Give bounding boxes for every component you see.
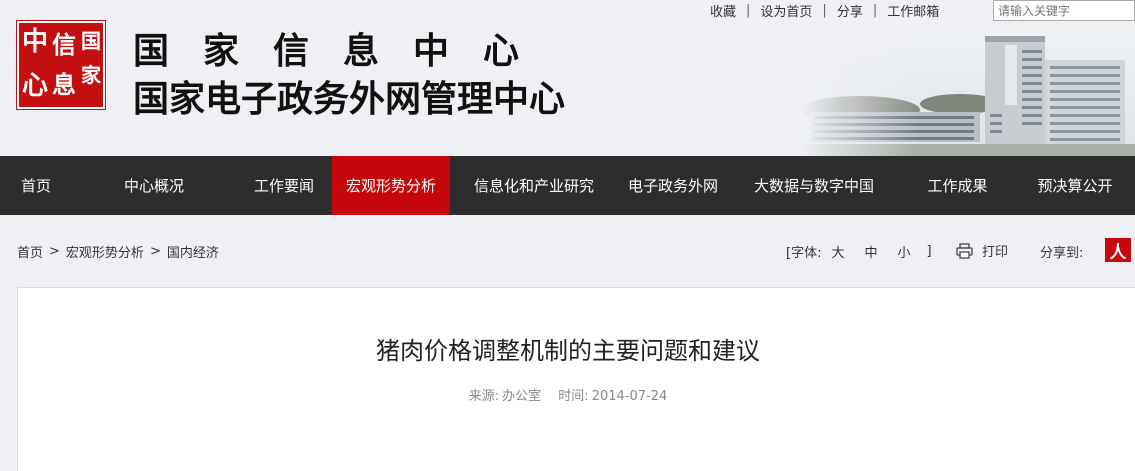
- top-links: 收藏 | 设为首页 | 分享 | 工作邮箱: [700, 0, 949, 20]
- breadcrumb-macro-analysis[interactable]: 宏观形势分析: [66, 242, 144, 261]
- nav-item-budget-disclosure[interactable]: 预决算公开: [1015, 156, 1135, 215]
- logo-char: 信: [52, 30, 76, 59]
- nav-item-macro-analysis[interactable]: 宏观形势分析: [332, 156, 450, 215]
- breadcrumb-separator: >: [149, 244, 161, 259]
- source-label: 来源:: [468, 389, 500, 404]
- share-link[interactable]: 分享: [827, 1, 873, 20]
- site-title-secondary: 国家电子政务外网管理中心: [133, 78, 566, 120]
- work-email-link[interactable]: 工作邮箱: [877, 1, 949, 20]
- article-source: 办公室: [502, 389, 542, 404]
- nav-item-informatization-research[interactable]: 信息化和产业研究: [450, 156, 618, 215]
- font-size-controls: [字体: 大 中 小 ]: [786, 242, 932, 261]
- font-size-label: [字体:: [786, 246, 822, 261]
- font-size-large-button[interactable]: 大: [831, 242, 844, 261]
- font-size-close-bracket: ]: [926, 244, 932, 259]
- print-label: 打印: [982, 245, 1009, 260]
- nav-item-e-government-network[interactable]: 电子政务外网: [618, 156, 728, 215]
- people-daily-icon[interactable]: 人: [1105, 238, 1131, 263]
- nav-item-center-overview[interactable]: 中心概况: [72, 156, 236, 215]
- breadcrumb-separator: >: [49, 244, 60, 259]
- breadcrumb-home[interactable]: 首页: [17, 242, 43, 261]
- site-logo[interactable]: 中 心 信 息 国 家: [17, 21, 105, 109]
- logo-char: 中: [22, 27, 49, 57]
- nav-item-work-news[interactable]: 工作要闻: [236, 156, 332, 215]
- font-size-small-button[interactable]: 小: [897, 242, 910, 261]
- logo-char: 家: [81, 63, 101, 87]
- logo-char: 息: [52, 70, 76, 99]
- main-nav: 首页 中心概况 工作要闻 宏观形势分析 信息化和产业研究 电子政务外网 大数据与…: [0, 156, 1135, 215]
- font-size-medium-button[interactable]: 中: [864, 242, 877, 261]
- print-button[interactable]: 打印: [956, 241, 1008, 260]
- article-panel: 猪肉价格调整机制的主要问题和建议 来源: 办公室 时间: 2014-07-24: [17, 287, 1135, 471]
- article-time: 2014-07-24: [591, 389, 668, 404]
- printer-icon: [956, 242, 973, 259]
- breadcrumb-domestic-economy[interactable]: 国内经济: [167, 242, 219, 261]
- favorite-link[interactable]: 收藏: [700, 1, 746, 20]
- time-label: 时间:: [558, 389, 589, 404]
- article-title: 猪肉价格调整机制的主要问题和建议: [376, 337, 760, 365]
- nav-item-work-results[interactable]: 工作成果: [900, 156, 1015, 215]
- site-header: 中 心 信 息 国 家 国家信息中心 国家电子政务外网管理中心 收藏 | 设为首…: [0, 0, 1135, 156]
- article-meta: 来源: 办公室 时间: 2014-07-24: [18, 385, 1118, 404]
- logo-char: 国: [81, 29, 101, 53]
- set-homepage-link[interactable]: 设为首页: [750, 1, 822, 20]
- nav-item-home[interactable]: 首页: [0, 156, 72, 215]
- nav-item-big-data[interactable]: 大数据与数字中国: [728, 156, 900, 215]
- building-image: [800, 30, 1135, 156]
- logo-char: 心: [22, 71, 49, 101]
- breadcrumb: 首页 > 宏观形势分析 > 国内经济: [17, 242, 219, 261]
- site-title-primary: 国家信息中心: [133, 30, 554, 72]
- search-input[interactable]: [993, 0, 1135, 21]
- share-label: 分享到:: [1040, 246, 1084, 261]
